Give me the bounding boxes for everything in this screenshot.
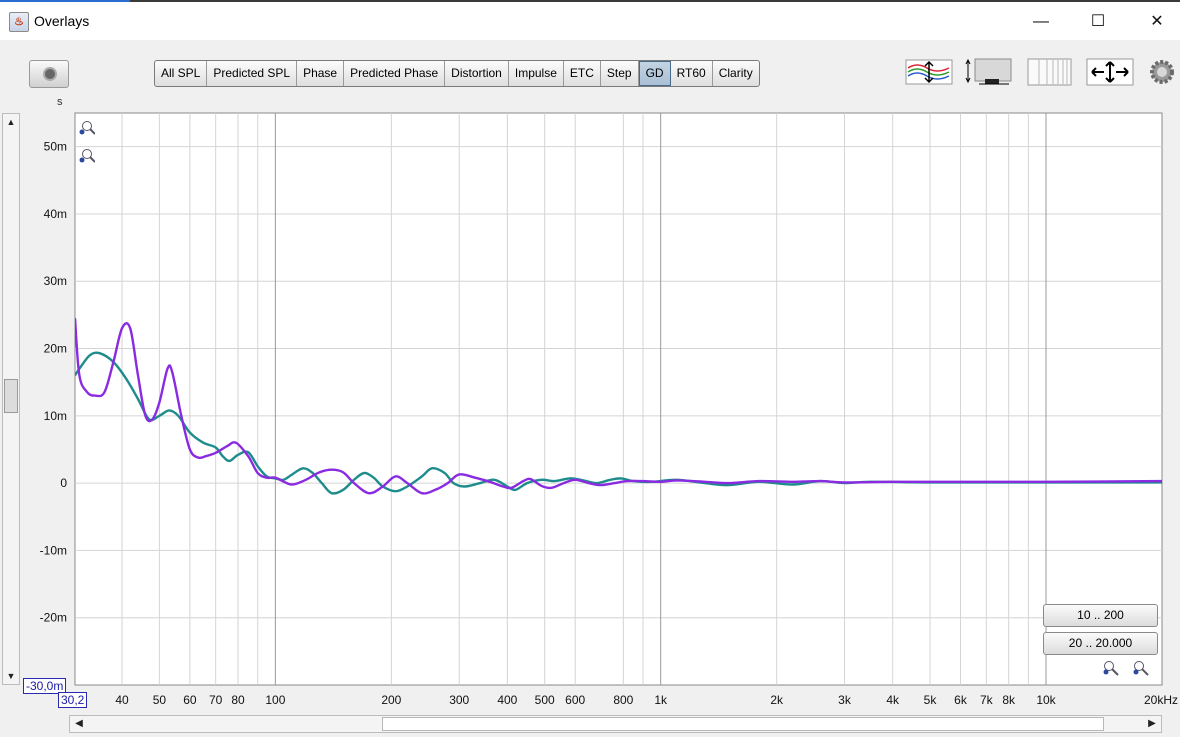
zoom-in-icon[interactable] xyxy=(1133,660,1149,676)
x-cursor-readout: 30,2 xyxy=(58,692,88,708)
y-tick-label: 0 xyxy=(60,476,67,490)
x-tick-label: 20kHz xyxy=(1144,693,1178,707)
zoom-out-icon[interactable] xyxy=(1103,660,1119,676)
x-tick-label: 3k xyxy=(838,693,852,707)
x-tick-label: 400 xyxy=(497,693,517,707)
scroll-left-arrow-icon[interactable]: ◀ xyxy=(70,716,88,732)
x-tick-label: 7k xyxy=(980,693,994,707)
x-tick-label: 2k xyxy=(770,693,784,707)
x-tick-label: 10k xyxy=(1036,693,1056,707)
x-tick-label: 6k xyxy=(954,693,968,707)
group-delay-chart[interactable]: 50m 40m 30m 20m 10m 0 -10m -20m 40 50 60 70 80 100 200… xyxy=(0,0,1180,737)
x-tick-label: 60 xyxy=(183,693,197,707)
range-10-200-button[interactable]: 10 .. 200 xyxy=(1043,604,1158,627)
vertical-zoom-in-icon[interactable] xyxy=(79,120,95,136)
x-tick-label: 40 xyxy=(115,693,129,707)
x-tick-label: 500 xyxy=(535,693,555,707)
x-tick-label: 4k xyxy=(886,693,900,707)
x-tick-label: 600 xyxy=(565,693,585,707)
y-tick-label: 40m xyxy=(44,207,67,221)
scroll-right-arrow-icon[interactable]: ▶ xyxy=(1143,716,1161,732)
y-tick-label: 30m xyxy=(44,274,67,288)
y-tick-label: 50m xyxy=(44,140,67,154)
vertical-zoom-out-icon[interactable] xyxy=(79,148,95,164)
x-tick-label: 70 xyxy=(209,693,223,707)
horizontal-scroll-thumb[interactable] xyxy=(382,717,1104,731)
x-tick-label: 800 xyxy=(613,693,633,707)
y-tick-label: -20m xyxy=(40,611,67,625)
x-tick-label: 50 xyxy=(153,693,167,707)
y-tick-label: -10m xyxy=(40,543,67,557)
x-tick-label: 100 xyxy=(265,693,285,707)
x-tick-label: 5k xyxy=(924,693,938,707)
range-20-20000-button[interactable]: 20 .. 20.000 xyxy=(1043,632,1158,655)
x-tick-label: 1k xyxy=(654,693,668,707)
x-tick-label: 80 xyxy=(231,693,245,707)
x-tick-label: 200 xyxy=(381,693,401,707)
x-tick-label: 300 xyxy=(449,693,469,707)
y-tick-label: 20m xyxy=(44,342,67,356)
horizontal-scrollbar[interactable]: ◀ ▶ xyxy=(69,715,1162,733)
y-tick-label: 10m xyxy=(44,409,67,423)
x-tick-label: 8k xyxy=(1002,693,1016,707)
